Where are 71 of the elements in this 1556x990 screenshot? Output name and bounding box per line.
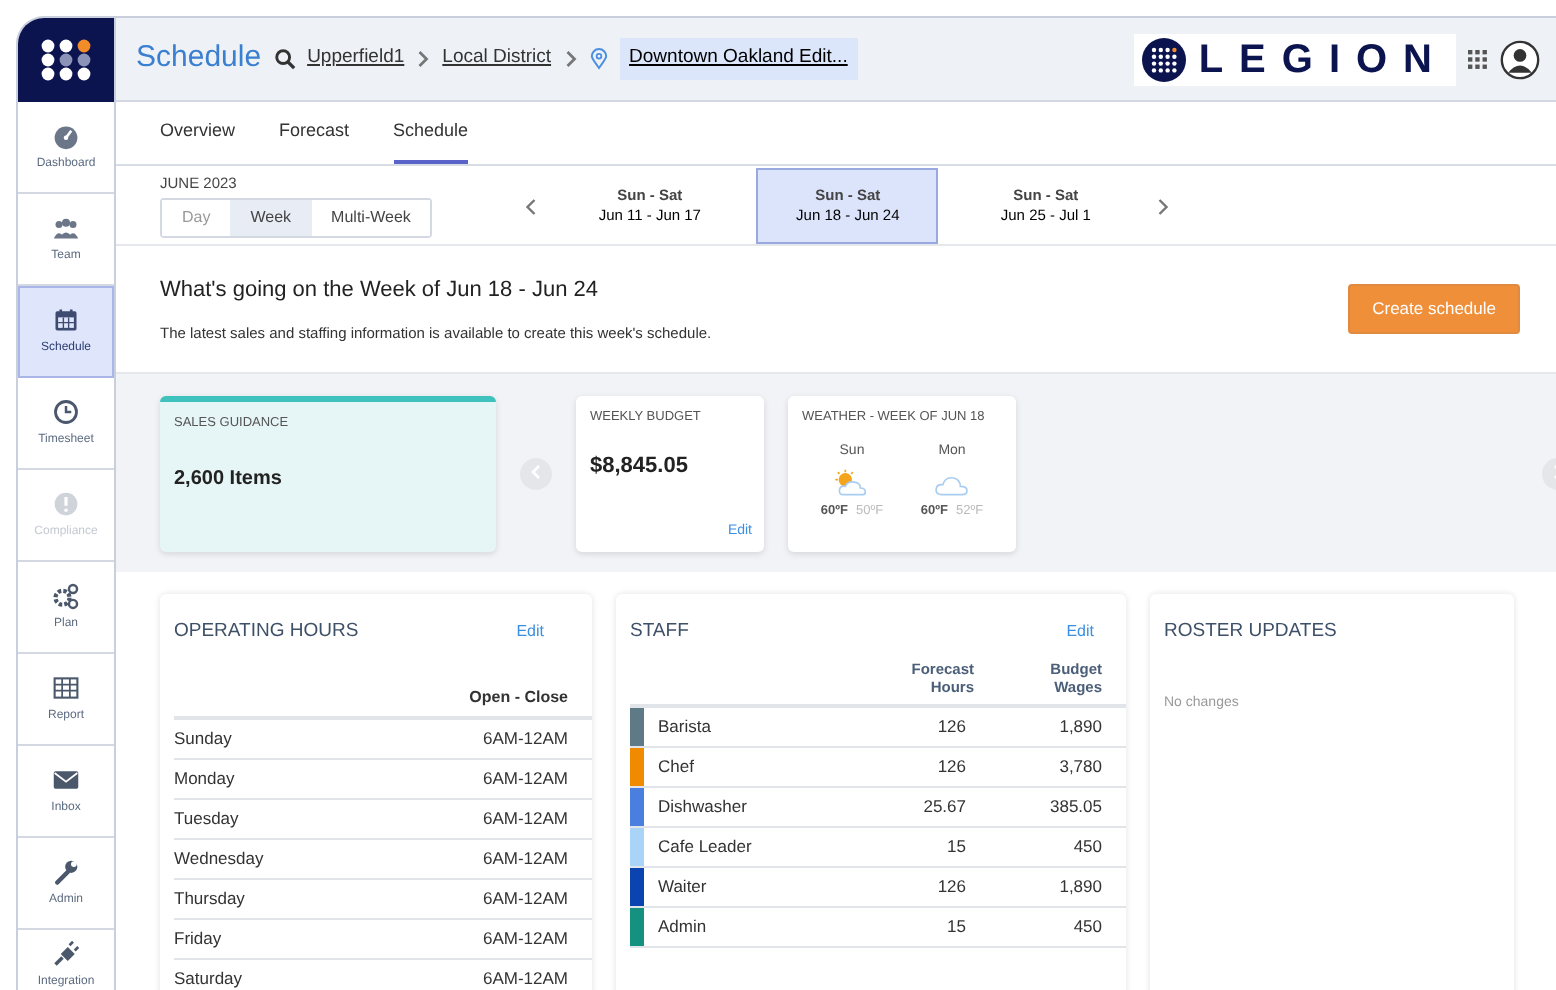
brand-name: LEGION — [1198, 39, 1448, 79]
panel-title: STAFF — [630, 618, 689, 646]
hours-cell-text: 126 — [937, 753, 966, 780]
section-heading: What's going on the Week of Jun 18 - Jun 24 — [160, 275, 600, 306]
hours-cell-text: 126 — [937, 713, 966, 740]
wrench-icon — [52, 857, 80, 885]
hours-cell-text: 6AM-12AM — [482, 806, 570, 833]
mail-icon — [52, 765, 80, 793]
edit-link[interactable]: Edit — [516, 620, 544, 645]
role-cell-text: Waiter — [656, 873, 709, 900]
app-logo-icon — [40, 38, 92, 82]
chevron-left-icon — [524, 197, 539, 216]
wages-cell-text: 3,780 — [1057, 753, 1102, 780]
budget-value: $8,845.05 — [590, 452, 690, 483]
breadcrumb-link[interactable]: Local District — [442, 44, 552, 74]
hours-cell-text: 25.67 — [923, 793, 966, 820]
panel-title: ROSTER UPDATES — [1164, 618, 1339, 646]
apps-grid-icon[interactable] — [1468, 49, 1488, 69]
team-icon — [52, 213, 80, 241]
day-cell-text: Wednesday — [174, 846, 264, 873]
chevron-right-icon — [563, 50, 578, 68]
role-cell-text: Dishwasher — [656, 793, 749, 820]
search-icon — [273, 48, 296, 70]
hours-cell-text: 6AM-12AM — [482, 766, 570, 793]
sun-cloud-icon — [832, 467, 872, 498]
hours-cell-text: 6AM-12AM — [482, 846, 570, 873]
location-pin-icon — [589, 48, 608, 70]
role-cell-text: Cafe Leader — [656, 833, 754, 860]
chevron-left-icon — [530, 463, 542, 480]
wages-cell-text: 1,890 — [1057, 873, 1102, 900]
wages-cell-text: 1,890 — [1057, 713, 1102, 740]
page-title: Schedule — [136, 38, 262, 79]
table-icon — [52, 673, 80, 701]
hours-cell-text: 6AM-12AM — [482, 966, 570, 990]
day-cell-text: Tuesday — [174, 806, 239, 833]
day-cell-text: Friday — [174, 926, 222, 953]
clock-icon — [52, 397, 80, 425]
tab[interactable]: Overview — [160, 102, 236, 164]
sales-value: 2,600 Items — [174, 466, 284, 495]
tab[interactable]: Forecast — [279, 102, 350, 164]
hours-cell-text: 6AM-12AM — [482, 926, 570, 953]
hours-cell-text: 6AM-12AM — [482, 886, 570, 913]
plug-icon — [52, 940, 80, 968]
hours-cell-text: 6AM-12AM — [482, 726, 570, 753]
alert-icon — [52, 489, 80, 517]
wages-cell-text: 450 — [1071, 913, 1102, 940]
gears-icon — [52, 581, 80, 609]
wages-cell-text: 450 — [1071, 833, 1102, 860]
avatar-icon[interactable] — [1500, 39, 1540, 79]
tab[interactable]: Schedule — [393, 102, 469, 164]
breadcrumb-link[interactable]: Upperfield1 — [307, 44, 405, 74]
edit-link[interactable]: Edit — [1066, 620, 1094, 645]
chevron-right-icon — [1156, 197, 1171, 216]
view-toggle[interactable]: Week — [230, 200, 312, 237]
day-cell-text: Saturday — [174, 966, 243, 990]
day-cell-text: Thursday — [174, 886, 245, 913]
day-cell-text: Monday — [174, 766, 235, 793]
day-cell-text: Sunday — [174, 726, 232, 753]
hours-cell-text: 15 — [947, 913, 966, 940]
role-cell-text: Barista — [656, 713, 713, 740]
hours-cell-text: 126 — [937, 873, 966, 900]
panel-title: OPERATING HOURS — [174, 618, 359, 646]
location-selector[interactable]: Downtown Oakland Edit... — [619, 38, 858, 80]
hours-cell-text: 15 — [947, 833, 966, 860]
role-cell-text: Chef — [656, 753, 696, 780]
chevron-right-icon — [416, 50, 431, 68]
calendar-icon — [52, 306, 80, 334]
role-cell-text: Admin — [656, 913, 709, 940]
column-header: Open - Close — [469, 685, 570, 710]
wages-cell-text: 385.05 — [1048, 793, 1102, 820]
gauge-icon — [52, 121, 80, 149]
